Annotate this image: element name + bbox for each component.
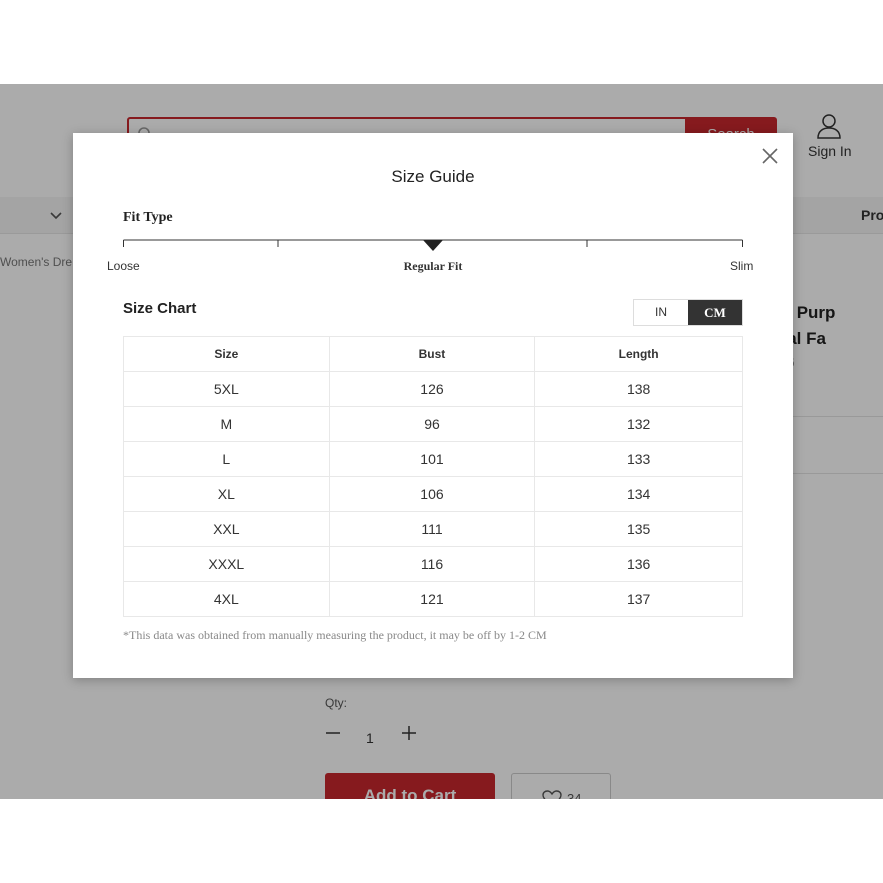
size-cell: 5XL [123, 371, 330, 407]
table-row: M 96 132 [123, 406, 743, 442]
bust-cell: 126 [328, 371, 536, 407]
size-cell: L [123, 441, 330, 477]
size-guide-modal: Size Guide Fit Type Loose Regular Fit Sl… [73, 133, 793, 678]
table-row: XXL 111 135 [123, 511, 743, 547]
size-cell: XXXL [123, 546, 330, 582]
bust-cell: 116 [328, 546, 536, 582]
column-header-bust: Bust [328, 336, 536, 372]
bust-cell: 101 [328, 441, 536, 477]
fit-label-regular: Regular Fit [403, 259, 463, 273]
size-chart-label: Size Chart [123, 300, 197, 317]
bust-cell: 121 [328, 581, 536, 617]
close-icon[interactable] [761, 147, 779, 165]
unit-cm-button[interactable]: CM [688, 300, 742, 325]
column-header-size: Size [123, 336, 330, 372]
measurement-note: *This data was obtained from manually me… [123, 628, 547, 642]
bust-cell: 96 [328, 406, 536, 442]
size-cell: XL [123, 476, 330, 512]
size-cell: XXL [123, 511, 330, 547]
length-cell: 135 [534, 511, 743, 547]
table-row: XXXL 116 136 [123, 546, 743, 582]
unit-toggle: IN CM [633, 299, 743, 326]
table-header-row: Size Bust Length [123, 336, 743, 372]
length-cell: 138 [534, 371, 743, 407]
table-row: 4XL 121 137 [123, 581, 743, 617]
modal-title: Size Guide [391, 167, 475, 186]
size-table: Size Bust Length 5XL 126 138 M 96 132 L [123, 336, 743, 617]
bust-cell: 111 [328, 511, 536, 547]
fit-type-label: Fit Type [123, 210, 173, 225]
fit-indicator-icon [423, 240, 443, 251]
unit-in-button[interactable]: IN [634, 300, 688, 325]
column-header-length: Length [534, 336, 743, 372]
length-cell: 137 [534, 581, 743, 617]
table-row: XL 106 134 [123, 476, 743, 512]
fit-label-slim: Slim [730, 259, 754, 273]
length-cell: 134 [534, 476, 743, 512]
table-row: 5XL 126 138 [123, 371, 743, 407]
fit-label-loose: Loose [107, 259, 140, 273]
length-cell: 136 [534, 546, 743, 582]
bust-cell: 106 [328, 476, 536, 512]
page-viewport: Search Sign In on Pro Women's Dre k Dark… [0, 84, 883, 799]
table-row: L 101 133 [123, 441, 743, 477]
length-cell: 133 [534, 441, 743, 477]
size-cell: 4XL [123, 581, 330, 617]
fit-scale [123, 239, 743, 251]
size-cell: M [123, 406, 330, 442]
length-cell: 132 [534, 406, 743, 442]
